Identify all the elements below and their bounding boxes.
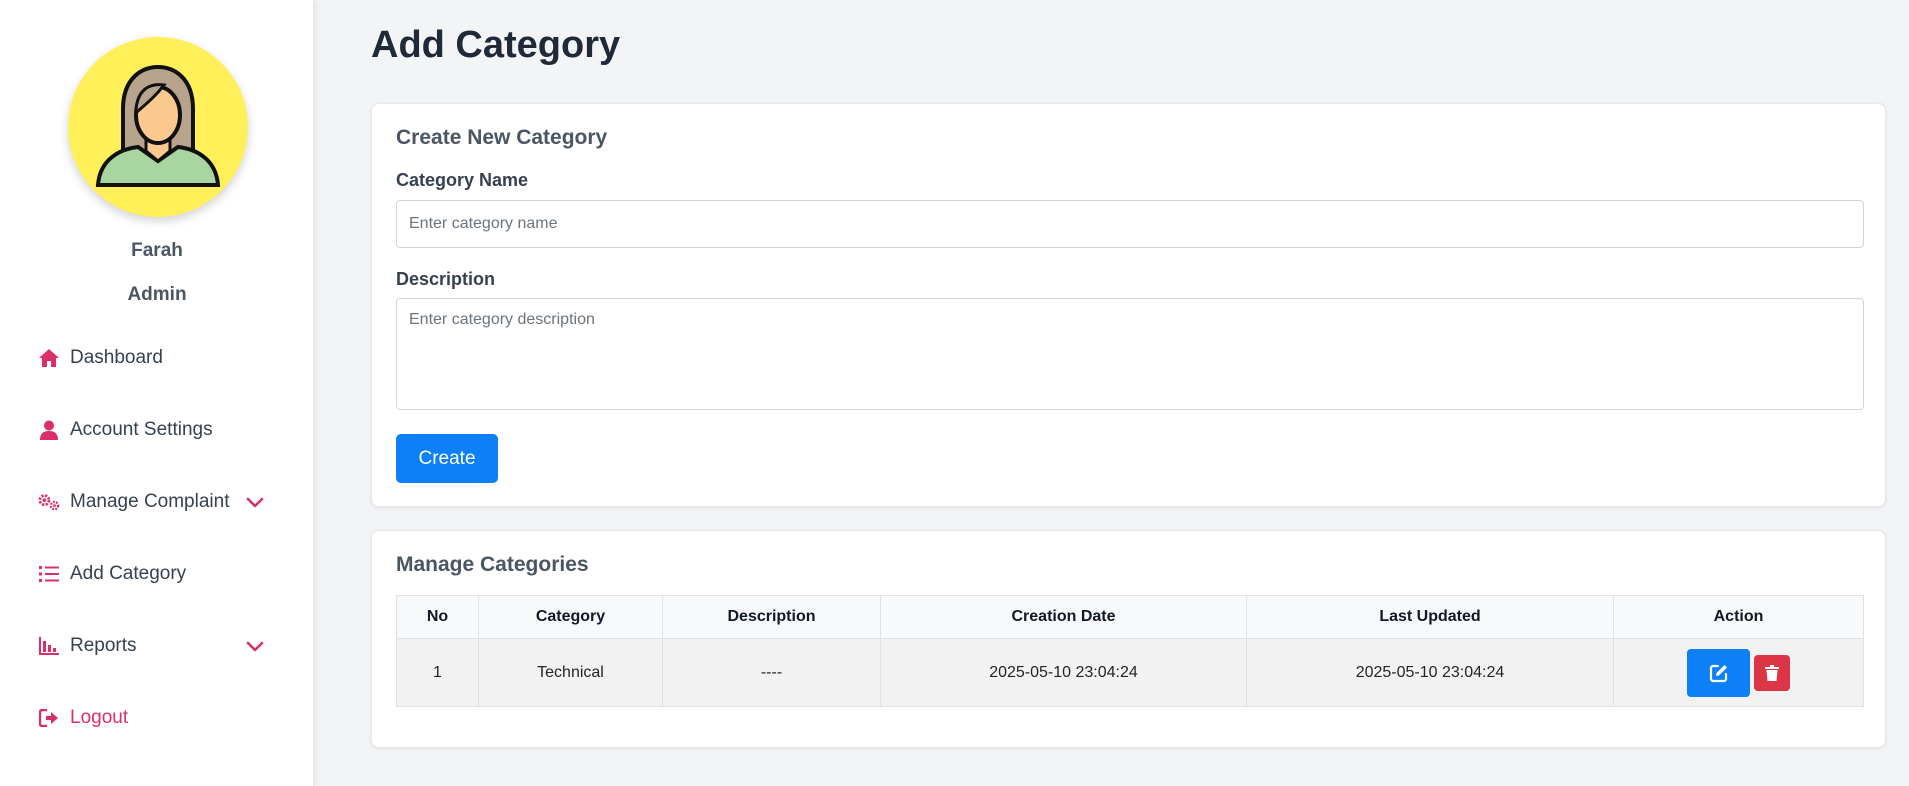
- user-name: Farah: [131, 240, 183, 261]
- page-title: Add Category: [371, 24, 621, 66]
- cogs-icon: [38, 491, 60, 513]
- sidebar-item-account-settings[interactable]: Account Settings: [38, 415, 213, 445]
- column-header-last-updated: Last Updated: [1246, 595, 1614, 639]
- column-header-no: No: [396, 595, 479, 639]
- sidebar-item-label: Dashboard: [70, 347, 163, 368]
- sidebar-item-manage-complaint[interactable]: Manage Complaint: [38, 487, 229, 517]
- cell-description: ----: [662, 638, 881, 707]
- category-name-input[interactable]: [396, 200, 1864, 248]
- user-icon: [38, 419, 60, 441]
- column-header-action: Action: [1613, 595, 1864, 639]
- manage-categories-card: Manage Categories No Category Descriptio…: [371, 530, 1886, 748]
- female-user-avatar-icon: [95, 64, 221, 187]
- chevron-down-icon[interactable]: [244, 491, 266, 513]
- sidebar-item-label: Add Category: [70, 563, 187, 584]
- edit-button[interactable]: [1687, 648, 1750, 697]
- column-header-description: Description: [662, 595, 881, 639]
- column-header-creation-date: Creation Date: [880, 595, 1247, 639]
- cell-action: [1613, 638, 1864, 707]
- sidebar-item-dashboard[interactable]: Dashboard: [38, 343, 163, 373]
- column-header-category: Category: [478, 595, 663, 639]
- create-category-card: Create New Category Category Name Descri…: [371, 103, 1886, 507]
- home-icon: [38, 347, 60, 369]
- cell-category: Technical: [478, 638, 663, 707]
- sidebar-item-label: Account Settings: [70, 419, 213, 440]
- description-label: Description: [396, 269, 496, 289]
- create-button[interactable]: Create: [396, 434, 498, 483]
- card-title: Create New Category: [396, 126, 608, 149]
- cell-no: 1: [396, 638, 479, 707]
- cell-creation-date: 2025-05-10 23:04:24: [880, 638, 1247, 707]
- user-role: Admin: [127, 284, 187, 305]
- sidebar-item-label: Logout: [70, 707, 129, 728]
- categories-table: No Category Description Creation Date La…: [396, 595, 1864, 707]
- sidebar-item-reports[interactable]: Reports: [38, 631, 137, 661]
- logout-icon: [38, 707, 60, 729]
- delete-button[interactable]: [1754, 654, 1790, 691]
- sidebar-item-logout[interactable]: Logout: [38, 703, 128, 733]
- card-title: Manage Categories: [396, 553, 589, 576]
- category-name-label: Category Name: [396, 170, 529, 190]
- sidebar-item-add-category[interactable]: Add Category: [38, 559, 186, 589]
- description-textarea[interactable]: [396, 298, 1864, 410]
- chevron-down-icon[interactable]: [244, 635, 266, 657]
- sidebar: Farah Admin Dashboard Account Settings M…: [0, 0, 314, 786]
- list-icon: [38, 563, 60, 585]
- table-row: 1 Technical ---- 2025-05-10 23:04:24 202…: [396, 638, 1864, 707]
- edit-icon: [1709, 664, 1727, 682]
- sidebar-item-label: Manage Complaint: [70, 491, 230, 512]
- bar-chart-icon: [38, 635, 60, 657]
- sidebar-item-label: Reports: [70, 635, 137, 656]
- cell-last-updated: 2025-05-10 23:04:24: [1246, 638, 1614, 707]
- table-header-row: No Category Description Creation Date La…: [396, 595, 1864, 639]
- avatar: [68, 37, 248, 217]
- trash-icon: [1765, 664, 1779, 681]
